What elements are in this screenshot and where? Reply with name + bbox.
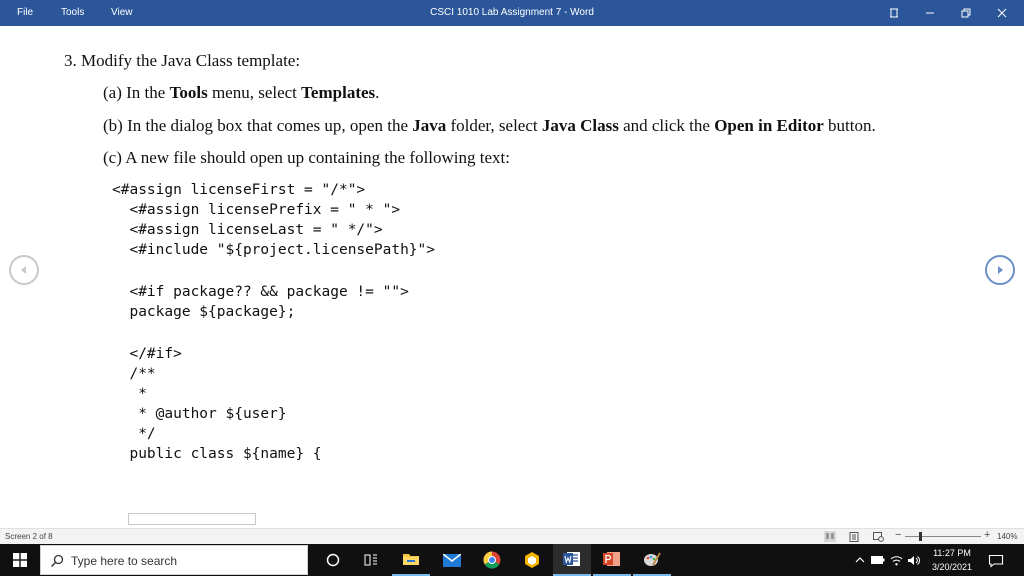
code-line: * @author ${user} xyxy=(112,406,287,422)
hexagon-app-icon xyxy=(525,552,539,568)
code-line: <#assign licenseLast = " */"> xyxy=(112,222,383,238)
code-line: <#assign licensePrefix = " * "> xyxy=(112,202,401,218)
step-number: 3. xyxy=(64,51,77,70)
task-view-button[interactable] xyxy=(352,544,390,576)
code-line: public class ${name} { xyxy=(112,446,322,462)
tools-keyword: Tools xyxy=(169,83,208,102)
step-text: Modify the Java Class template: xyxy=(81,51,301,70)
close-button[interactable] xyxy=(984,0,1020,26)
cortana-icon xyxy=(326,553,340,567)
wifi-button[interactable] xyxy=(889,553,903,567)
close-icon xyxy=(997,8,1007,18)
volume-icon xyxy=(907,555,920,565)
start-button[interactable] xyxy=(0,544,40,576)
code-line: <#include "${project.licensePath}"> xyxy=(112,242,436,258)
code-line: package ${package}; xyxy=(112,304,296,320)
substep-a-text-2: menu, select xyxy=(207,83,302,102)
web-layout-button[interactable] xyxy=(872,531,884,542)
substep-b-text-4: button. xyxy=(823,116,876,135)
cortana-button[interactable] xyxy=(314,544,352,576)
powerpoint-button[interactable] xyxy=(593,544,631,576)
clock-time[interactable]: 11:27 PM xyxy=(924,548,980,558)
task-view-icon xyxy=(364,554,377,566)
powerpoint-icon xyxy=(603,552,620,566)
layout-button[interactable] xyxy=(876,0,912,26)
search-placeholder: Type here to search xyxy=(71,554,178,568)
step-3: 3. Modify the Java Class template: xyxy=(64,51,300,71)
substep-b-text-2: folder, select xyxy=(446,116,542,135)
substep-a-text-3: . xyxy=(375,83,380,102)
zoom-out-button[interactable]: − xyxy=(895,529,901,541)
arrow-left-icon xyxy=(21,266,26,274)
title-bar: File Tools View CSCI 1010 Lab Assignment… xyxy=(0,0,1024,26)
minimize-button[interactable] xyxy=(912,0,948,26)
notification-icon xyxy=(988,554,1004,568)
templates-keyword: Templates xyxy=(301,83,376,102)
code-line: <#if package?? && package != ""> xyxy=(112,284,409,300)
open-in-editor-keyword: Open in Editor xyxy=(714,116,824,135)
substep-c-label: (c) xyxy=(103,148,122,167)
code-line: </#if> xyxy=(112,346,182,362)
substep-b: (b) In the dialog box that comes up, ope… xyxy=(103,116,876,136)
substep-c-text: A new file should open up containing the… xyxy=(125,148,510,167)
file-explorer-icon xyxy=(403,554,419,565)
mail-button[interactable] xyxy=(433,544,471,576)
zoom-slider-track[interactable] xyxy=(905,536,981,537)
restore-icon xyxy=(961,8,971,18)
page-preview-box xyxy=(128,513,256,525)
restore-button[interactable] xyxy=(948,0,984,26)
taskbar-search-box[interactable]: Type here to search xyxy=(40,545,308,575)
layout-icon xyxy=(890,8,898,18)
battery-button[interactable] xyxy=(871,553,885,567)
hexagon-app-button[interactable] xyxy=(513,544,551,576)
code-line: <#assign licenseFirst = "/*"> xyxy=(112,182,366,198)
substep-a: (a) In the Tools menu, select Templates. xyxy=(103,83,379,103)
previous-screen-button[interactable] xyxy=(9,255,39,285)
substep-a-label: (a) xyxy=(103,83,122,102)
web-layout-icon xyxy=(872,531,884,542)
file-explorer-button[interactable] xyxy=(392,544,430,576)
java-class-keyword: Java Class xyxy=(541,116,619,135)
zoom-in-button[interactable]: + xyxy=(984,529,990,541)
mail-icon xyxy=(443,553,461,567)
chrome-icon xyxy=(483,551,501,569)
read-mode-button[interactable] xyxy=(824,531,836,542)
show-hidden-icons-button[interactable] xyxy=(853,553,867,567)
print-layout-icon xyxy=(849,531,859,542)
print-layout-button[interactable] xyxy=(848,531,860,542)
status-bar: Screen 2 of 8 − + 140% xyxy=(0,528,1024,544)
chevron-up-icon xyxy=(855,557,865,563)
minimize-icon xyxy=(926,12,934,14)
code-line: * xyxy=(112,386,147,402)
substep-b-label: (b) xyxy=(103,116,123,135)
search-icon xyxy=(50,554,64,568)
substep-c: (c) A new file should open up containing… xyxy=(103,148,510,168)
paint-button[interactable] xyxy=(633,544,671,576)
battery-icon xyxy=(871,556,885,564)
chrome-button[interactable] xyxy=(473,544,511,576)
windows-start-icon xyxy=(13,553,27,567)
screen-counter: Screen 2 of 8 xyxy=(5,532,53,541)
volume-button[interactable] xyxy=(906,553,920,567)
clock-date[interactable]: 3/20/2021 xyxy=(924,562,980,572)
word-icon xyxy=(563,552,580,566)
substep-b-text-3: and click the xyxy=(618,116,715,135)
zoom-level[interactable]: 140% xyxy=(997,532,1017,541)
action-center-button[interactable] xyxy=(988,553,1004,568)
word-button[interactable] xyxy=(553,544,591,576)
code-line: */ xyxy=(112,426,156,442)
window-title: CSCI 1010 Lab Assignment 7 - Word xyxy=(430,7,594,18)
paint-icon xyxy=(644,552,661,566)
document-area: 3. Modify the Java Class template: (a) I… xyxy=(0,26,1024,528)
java-keyword: Java xyxy=(412,116,447,135)
code-line: /** xyxy=(112,366,156,382)
taskbar: Type here to search 11:27 PM 3/20/2021 xyxy=(0,544,1024,576)
substep-a-text-1: In the xyxy=(126,83,170,102)
wifi-icon xyxy=(890,555,902,565)
substep-b-text-1: In the dialog box that comes up, open th… xyxy=(127,116,413,135)
zoom-slider-thumb[interactable] xyxy=(918,532,922,541)
arrow-right-icon xyxy=(998,266,1003,274)
read-mode-icon xyxy=(826,533,834,538)
next-screen-button[interactable] xyxy=(985,255,1015,285)
